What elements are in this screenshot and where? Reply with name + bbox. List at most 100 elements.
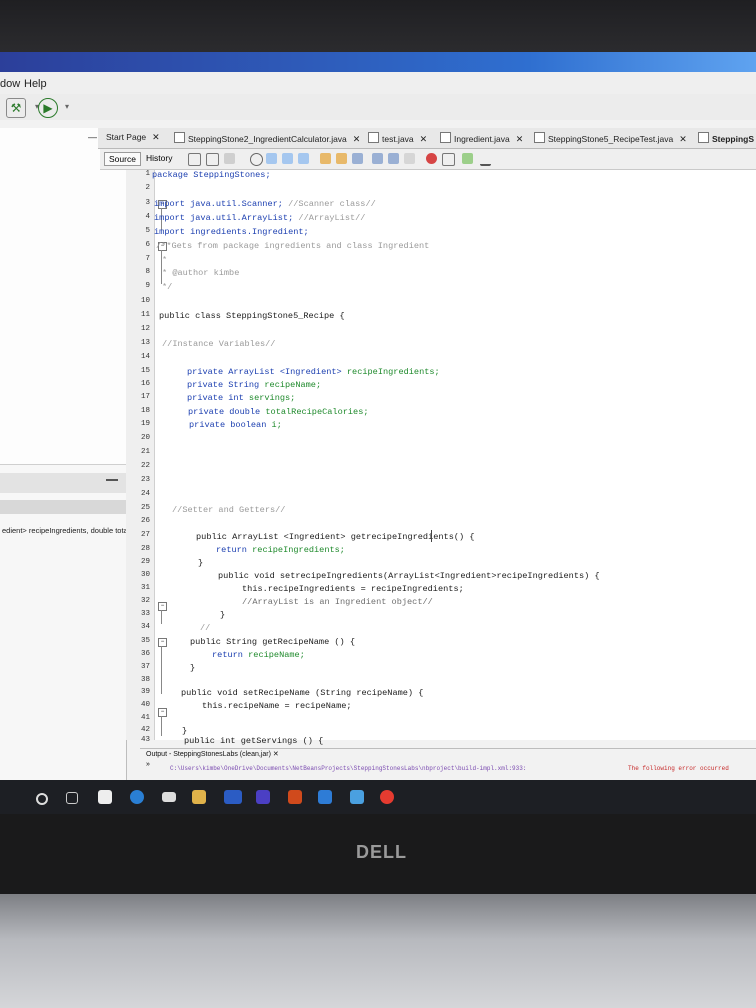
line-number: 4 [145, 213, 150, 221]
output-error-text: The following error occurred [628, 765, 729, 772]
toggle-highlight-icon[interactable] [298, 153, 309, 164]
stop-macro-icon[interactable] [442, 153, 455, 166]
code-field: i; [271, 420, 282, 430]
output-expand-icon[interactable]: » [146, 761, 150, 768]
file-explorer-icon[interactable] [192, 790, 206, 804]
code-text: import java.util.Scanner; [154, 199, 283, 209]
menu-help[interactable]: Help [24, 78, 47, 90]
store-icon[interactable] [98, 790, 112, 804]
code-text: private String [187, 380, 260, 390]
main-toolbar: ⚒ ▾ ▶ ▾ [0, 94, 756, 120]
task-view-icon[interactable] [66, 792, 78, 804]
start-macro-icon[interactable] [426, 153, 437, 164]
search-icon[interactable] [36, 793, 48, 805]
history-tab[interactable]: History [146, 153, 172, 163]
projects-tree[interactable] [0, 128, 126, 465]
find-icon[interactable] [250, 153, 263, 166]
code-text: import java.util.ArrayList; [154, 213, 294, 223]
tab-label: SteppingS [712, 134, 755, 144]
back-icon[interactable] [206, 153, 219, 166]
uncomment-icon[interactable] [480, 153, 491, 166]
edge-icon[interactable] [130, 790, 144, 804]
line-number: 38 [140, 676, 150, 684]
output-path-link[interactable]: C:\Users\kimbe\OneDrive\Documents\NetBea… [170, 765, 526, 772]
code-text: private double [188, 407, 261, 417]
line-number: 6 [145, 241, 150, 249]
calendar-icon[interactable] [256, 790, 270, 804]
diff-icon[interactable] [462, 153, 473, 164]
tab-stepping-active[interactable]: SteppingS [698, 132, 754, 144]
tab-recipe-test[interactable]: SteppingStone5_RecipeTest.java ✕ [534, 132, 687, 145]
line-number: 42 [140, 726, 150, 734]
find-previous-icon[interactable] [266, 153, 277, 164]
shift-right-icon[interactable] [388, 153, 399, 164]
fold-icon[interactable]: − [158, 708, 167, 717]
toggle-bookmark-icon[interactable] [352, 153, 363, 164]
code-line-26: //Setter and Getters// [172, 505, 286, 515]
tab-ingredient-calculator[interactable]: SteppingStone2_IngredientCalculator.java… [174, 132, 360, 145]
line-number: 36 [140, 650, 150, 658]
code-line-37: public String getRecipeName () { [190, 637, 356, 647]
line-number: 9 [145, 282, 150, 290]
line-number: 17 [140, 393, 150, 401]
close-icon[interactable]: ✕ [420, 134, 428, 144]
run-icon[interactable]: ▶ [38, 98, 58, 118]
tab-test-java[interactable]: test.java ✕ [368, 132, 427, 145]
navigator-filter[interactable] [0, 500, 126, 514]
editor-tabs: — Start Page ✕ SteppingStone2_IngredientC… [88, 128, 756, 149]
menu-bar: dow Help [0, 72, 756, 94]
line-number: 26 [140, 517, 150, 525]
dropdown-arrow-icon-2[interactable]: ▾ [58, 98, 76, 116]
line-number: 7 [145, 255, 150, 263]
code-line-9: */ [162, 282, 173, 292]
line-number: 20 [140, 434, 150, 442]
tab-ingredient-java[interactable]: Ingredient.java ✕ [440, 132, 523, 145]
java-file-icon [440, 132, 451, 143]
code-text: import ingredients.Ingredient; [154, 227, 309, 237]
app-icon[interactable] [350, 790, 364, 804]
navigator-member[interactable]: edient> recipeIngredients, double tota [2, 526, 128, 535]
line-number: 34 [140, 623, 150, 631]
comment-icon[interactable] [404, 153, 415, 164]
close-icon[interactable]: ✕ [353, 134, 361, 144]
office-icon[interactable] [288, 790, 302, 804]
menu-window[interactable]: dow [0, 78, 20, 90]
line-number: 12 [140, 325, 150, 333]
code-comment: //Scanner class// [288, 199, 376, 209]
line-number: 19 [140, 420, 150, 428]
java-file-icon [368, 132, 379, 143]
shift-left-icon[interactable] [372, 153, 383, 164]
code-editor[interactable]: 1 2 3 4 5 6 7 8 9 10 11 12 13 14 15 16 17 18 19 20 21 22 23 24 2… [126, 170, 756, 746]
code-line-4: import java.util.ArrayList; //ArrayList/… [154, 213, 365, 223]
code-text: return [212, 650, 243, 660]
word-icon[interactable] [224, 790, 242, 804]
forward-icon[interactable] [224, 153, 235, 164]
close-icon[interactable]: ✕ [679, 134, 687, 144]
code-text: return [216, 545, 247, 555]
line-number: 32 [140, 597, 150, 605]
output-tab[interactable]: Output - SteppingStonesLabs (clean,jar) … [146, 750, 279, 758]
tab-start-page[interactable]: Start Page ✕ [106, 132, 160, 143]
fold-line [161, 610, 162, 624]
minimize-icon[interactable] [106, 479, 118, 481]
mail-icon[interactable] [162, 792, 176, 802]
previous-bookmark-icon[interactable] [320, 153, 331, 164]
next-bookmark-icon[interactable] [336, 153, 347, 164]
code-line-1: package SteppingStones; [152, 170, 271, 180]
fold-icon[interactable]: − [158, 602, 167, 611]
source-tab[interactable]: Source [104, 152, 141, 166]
close-icon[interactable]: ✕ [273, 751, 279, 758]
close-icon[interactable]: ✕ [516, 134, 524, 144]
java-file-icon [698, 132, 709, 143]
download-icon[interactable] [318, 790, 332, 804]
close-icon[interactable]: ✕ [152, 132, 160, 142]
code-line-8: * @author kimbe [162, 268, 240, 278]
code-line-6: /**Gets from package ingredients and cla… [156, 241, 430, 251]
chrome-icon[interactable] [380, 790, 394, 804]
fold-icon[interactable]: − [158, 638, 167, 647]
build-icon[interactable]: ⚒ [6, 98, 26, 118]
tabs-minimize-icon[interactable]: — [88, 132, 97, 142]
last-edit-icon[interactable] [188, 153, 201, 166]
laptop-base [0, 894, 756, 1008]
find-next-icon[interactable] [282, 153, 293, 164]
